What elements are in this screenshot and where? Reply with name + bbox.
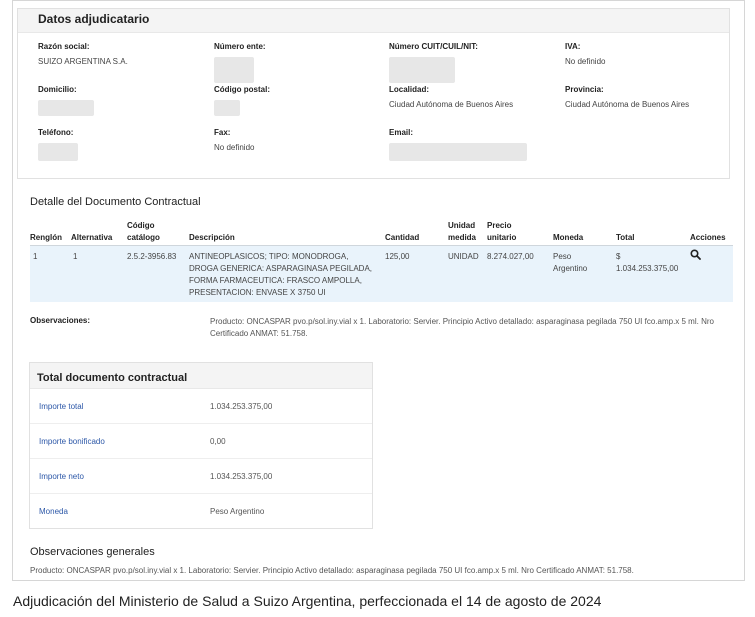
cell-unidad: UNIDAD <box>448 252 479 261</box>
email-label: Email: <box>389 128 414 137</box>
cuit-label: Número CUIT/CUIL/NIT: <box>389 42 478 51</box>
col-precio-unitario: Precio unitario <box>487 221 517 242</box>
col-alternativa: Alternativa <box>71 233 113 242</box>
totales-title: Total documento contractual <box>30 363 372 389</box>
telefono-label: Teléfono: <box>38 128 74 137</box>
domicilio-label: Domicilio: <box>38 85 77 94</box>
field-razon-social: Razón social: SUIZO ARGENTINA S.A. <box>38 42 128 66</box>
totales-row: Moneda Peso Argentino <box>30 494 372 529</box>
importe-neto-label: Importe neto <box>39 472 84 481</box>
localidad-label: Localidad: <box>389 85 430 94</box>
fax-value: No definido <box>214 143 255 152</box>
observaciones-label: Observaciones: <box>30 316 91 325</box>
iva-label: IVA: <box>565 42 581 51</box>
redacted-numero-ente <box>214 57 254 83</box>
importe-total-value: 1.034.253.375,00 <box>210 402 273 411</box>
field-numero-ente: Número ente: <box>214 42 266 85</box>
observaciones-text: Producto: ONCASPAR pvo.p/sol.iny.vial x … <box>210 317 714 338</box>
field-domicilio: Domicilio: <box>38 85 94 118</box>
provincia-label: Provincia: <box>565 85 604 94</box>
field-cuit: Número CUIT/CUIL/NIT: <box>389 42 478 85</box>
col-acciones: Acciones <box>690 233 726 242</box>
moneda-label: Moneda <box>39 507 68 516</box>
codigo-postal-label: Código postal: <box>214 85 270 94</box>
cell-renglon: 1 <box>33 252 38 261</box>
importe-neto-value: 1.034.253.375,00 <box>210 472 273 481</box>
totales-row: Importe total 1.034.253.375,00 <box>30 389 372 424</box>
cell-total-symbol: $ <box>616 252 621 261</box>
detalle-table: Renglón Alternativa Código catálogo Desc… <box>30 218 733 302</box>
redacted-domicilio <box>38 100 94 116</box>
redacted-telefono <box>38 143 78 161</box>
observaciones-generales-title: Observaciones generales <box>30 546 155 558</box>
totales-row: Importe neto 1.034.253.375,00 <box>30 459 372 494</box>
fax-label: Fax: <box>214 128 231 137</box>
field-email: Email: <box>389 128 527 163</box>
redacted-codigo-postal <box>214 100 240 116</box>
razon-social-label: Razón social: <box>38 42 90 51</box>
col-cantidad: Cantidad <box>385 233 420 242</box>
cell-descripcion: ANTINEOPLASICOS; TIPO: MONODROGA, DROGA … <box>189 252 373 297</box>
field-codigo-postal: Código postal: <box>214 85 270 118</box>
table-row: 1 1 2.5.2-3956.83 ANTINEOPLASICOS; TIPO:… <box>30 246 733 302</box>
field-telefono: Teléfono: <box>38 128 78 163</box>
cell-total-value: 1.034.253.375,00 <box>616 264 679 273</box>
importe-bonificado-value: 0,00 <box>210 437 226 446</box>
adjudicatario-panel: Datos adjudicatario Razón social: SUIZO … <box>17 8 730 179</box>
detalle-title: Detalle del Documento Contractual <box>30 196 201 208</box>
field-iva: IVA: No definido <box>565 42 605 66</box>
col-descripcion: Descripción <box>189 233 235 242</box>
col-codigo-catalogo: Código catálogo <box>127 221 160 242</box>
adjudicatario-title: Datos adjudicatario <box>18 9 729 33</box>
cell-cantidad: 125,00 <box>385 252 410 261</box>
cell-precio: 8.274.027,00 <box>487 252 534 261</box>
col-unidad-medida: Unidad medida <box>448 221 477 242</box>
field-provincia: Provincia: Ciudad Autónoma de Buenos Air… <box>565 85 689 109</box>
redacted-cuit <box>389 57 455 83</box>
moneda-value: Peso Argentino <box>210 507 265 516</box>
localidad-value: Ciudad Autónoma de Buenos Aires <box>389 100 514 109</box>
field-localidad: Localidad: Ciudad Autónoma de Buenos Air… <box>389 85 513 109</box>
col-renglon: Renglón <box>30 233 62 242</box>
col-moneda: Moneda <box>553 233 584 242</box>
numero-ente-label: Número ente: <box>214 42 266 51</box>
search-icon[interactable] <box>690 249 702 261</box>
razon-social-value: SUIZO ARGENTINA S.A. <box>38 57 128 66</box>
totales-panel: Total documento contractual Importe tota… <box>29 362 373 529</box>
cell-codigo: 2.5.2-3956.83 <box>127 252 177 261</box>
detalle-table-header: Renglón Alternativa Código catálogo Desc… <box>30 218 733 246</box>
col-total: Total <box>616 233 635 242</box>
importe-bonificado-label: Importe bonificado <box>39 437 105 446</box>
provincia-value: Ciudad Autónoma de Buenos Aires <box>565 100 690 109</box>
cell-moneda: Peso Argentino <box>553 252 588 273</box>
iva-value: No definido <box>565 57 606 66</box>
image-caption: Adjudicación del Ministerio de Salud a S… <box>13 593 602 609</box>
totales-row: Importe bonificado 0,00 <box>30 424 372 459</box>
cell-alternativa: 1 <box>73 252 78 261</box>
redacted-email <box>389 143 527 161</box>
field-fax: Fax: No definido <box>214 128 254 152</box>
importe-total-label: Importe total <box>39 402 84 411</box>
observaciones-generales-text: Producto: ONCASPAR pvo.p/sol.iny.vial x … <box>30 566 634 575</box>
